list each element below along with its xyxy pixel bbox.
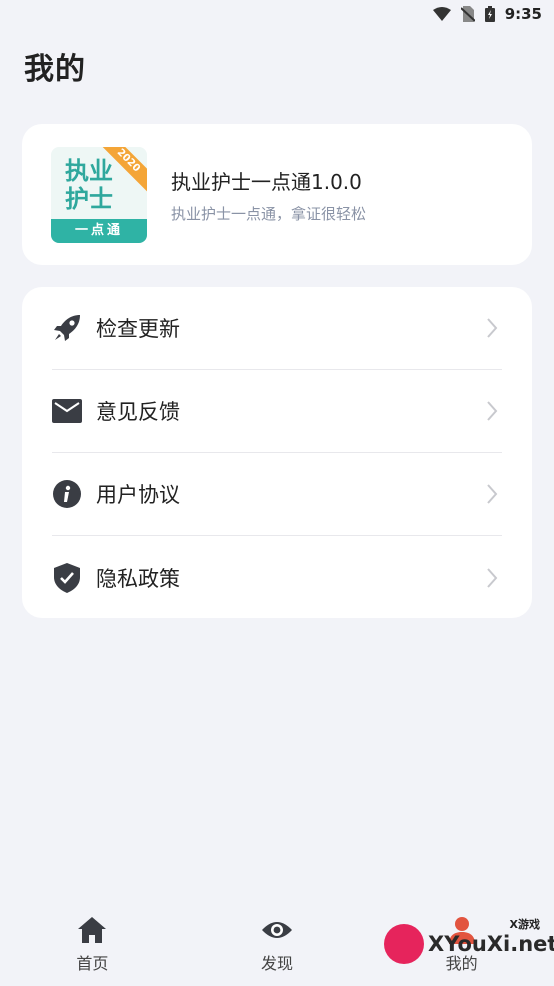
chevron-right-icon	[487, 318, 498, 338]
chevron-right-icon	[487, 567, 498, 588]
info-icon	[52, 479, 82, 509]
watermark: X游戏 XYouXi.net	[380, 916, 554, 976]
menu-item-privacy-policy[interactable]: 隐私政策	[52, 536, 502, 619]
app-logo: 执业 护士 一点通 2020	[51, 146, 147, 243]
tab-label: 首页	[76, 954, 109, 973]
watermark-small-text: X游戏	[509, 918, 540, 931]
chevron-right-icon	[487, 484, 498, 504]
watermark-text: XYouXi.net	[428, 932, 554, 956]
settings-menu: 检查更新 意见反馈 用户协议 隐私政策	[22, 287, 532, 618]
shield-check-icon	[52, 562, 82, 593]
menu-item-user-agreement[interactable]: 用户协议	[52, 453, 502, 536]
eye-icon	[262, 922, 292, 938]
no-sim-icon	[460, 6, 475, 22]
rocket-icon	[52, 313, 82, 343]
tab-discover[interactable]: 发现	[185, 904, 370, 986]
status-time: 9:35	[504, 5, 542, 23]
gamepad-logo-icon	[384, 924, 424, 964]
app-info: 执业护士一点通1.0.0 执业护士一点通，拿证很轻松	[171, 166, 366, 224]
battery-icon	[484, 6, 495, 22]
menu-item-label: 意见反馈	[96, 400, 180, 424]
mail-icon	[52, 396, 82, 426]
tab-home[interactable]: 首页	[0, 904, 185, 986]
tab-label: 发现	[261, 954, 294, 973]
menu-item-check-update[interactable]: 检查更新	[52, 287, 502, 370]
logo-text: 执业 护士	[65, 156, 113, 213]
app-info-card: 执业 护士 一点通 2020 执业护士一点通1.0.0 执业护士一点通，拿证很轻…	[22, 124, 532, 265]
logo-band: 一点通	[51, 218, 147, 243]
status-bar: 9:35	[0, 0, 554, 28]
menu-item-label: 隐私政策	[96, 566, 180, 591]
menu-item-label: 用户协议	[96, 483, 180, 507]
app-name: 执业护士一点通1.0.0	[171, 169, 362, 194]
wifi-icon	[432, 7, 451, 21]
page-title: 我的	[24, 52, 86, 87]
menu-item-feedback[interactable]: 意见反馈	[52, 370, 502, 453]
chevron-right-icon	[487, 401, 498, 421]
home-icon	[78, 917, 107, 943]
menu-item-label: 检查更新	[96, 317, 180, 341]
app-slogan: 执业护士一点通，拿证很轻松	[171, 204, 367, 223]
